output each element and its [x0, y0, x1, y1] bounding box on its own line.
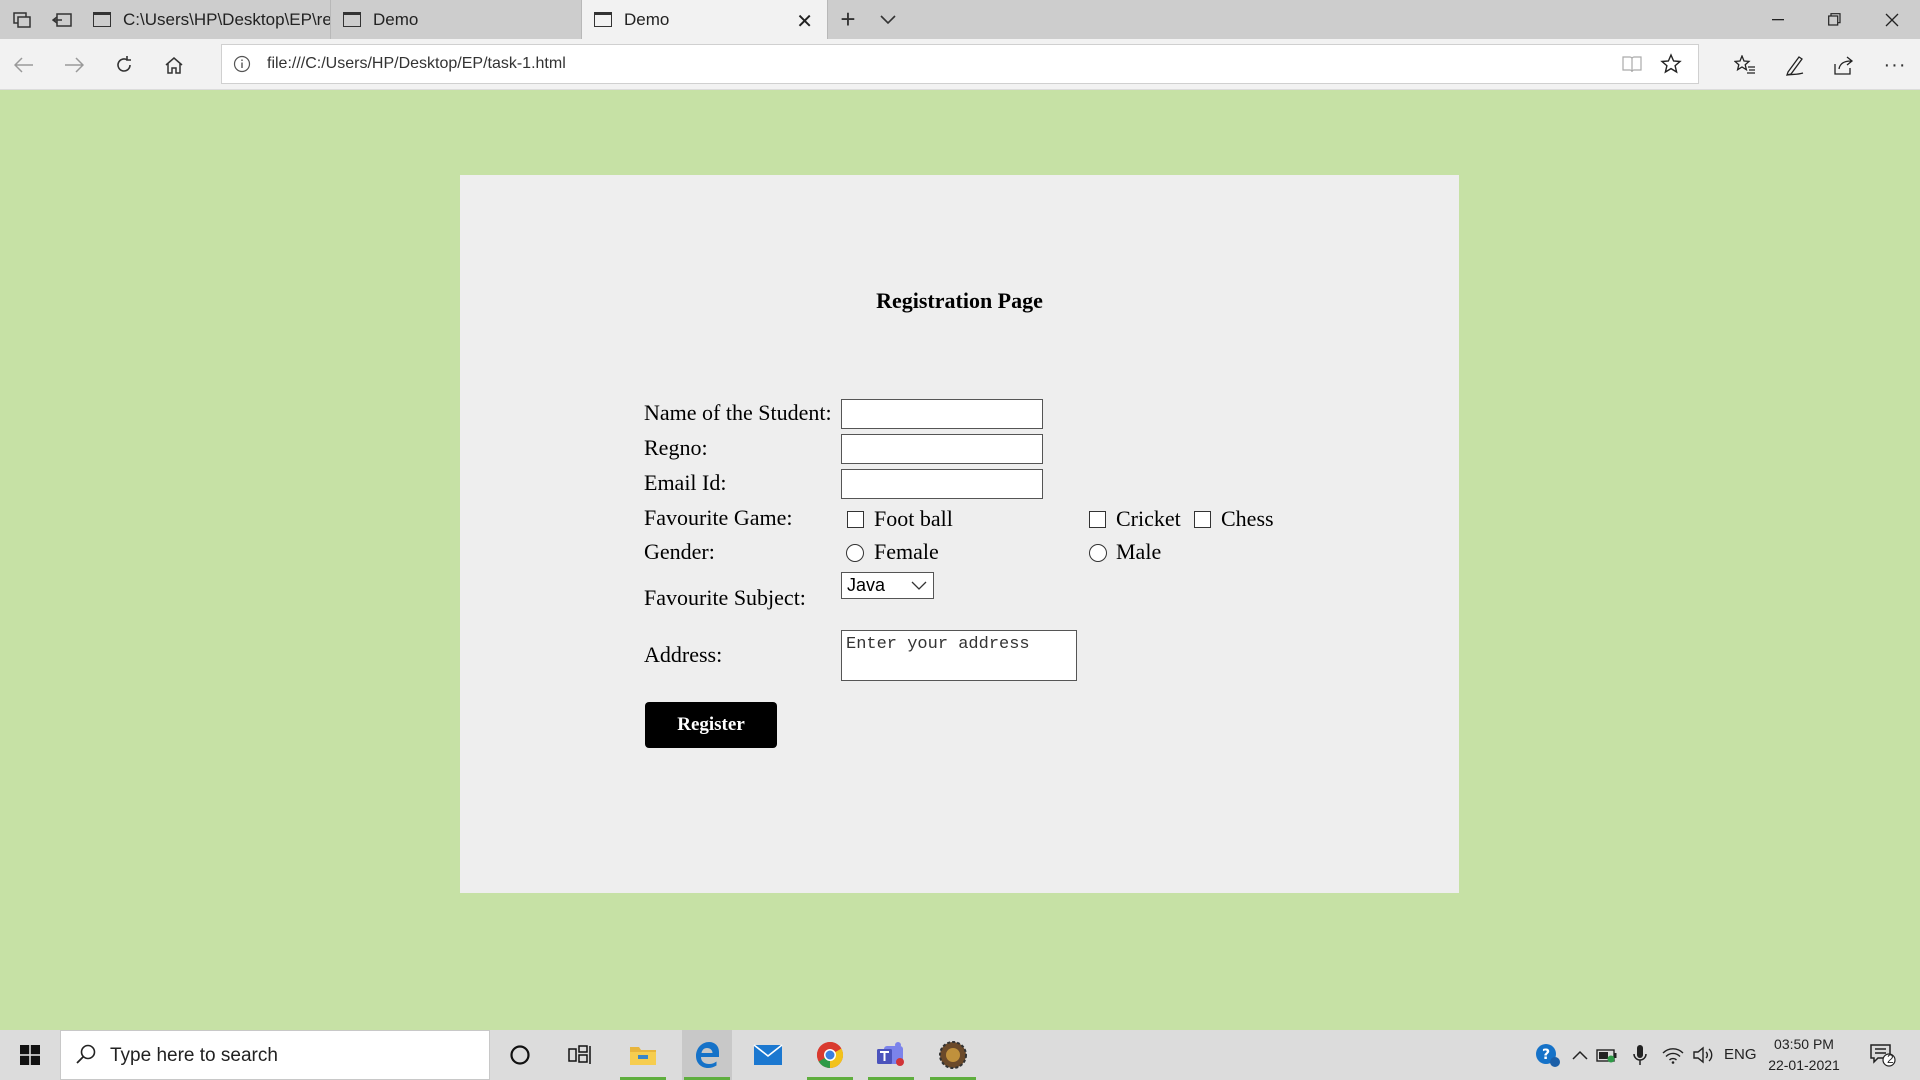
home-icon[interactable]: [160, 51, 188, 79]
email-input[interactable]: [841, 469, 1043, 499]
cricket-checkbox[interactable]: [1089, 511, 1106, 528]
microphone-icon[interactable]: [1622, 1030, 1658, 1080]
page-icon: [594, 12, 612, 27]
address-textarea[interactable]: Enter your address: [841, 630, 1077, 681]
app-badge-icon[interactable]: [928, 1030, 978, 1080]
male-radio[interactable]: [1089, 544, 1107, 562]
register-button-label: Register: [677, 714, 745, 735]
registration-card: Registration Page Name of the Student: R…: [460, 175, 1459, 893]
back-icon[interactable]: [10, 51, 38, 79]
restore-icon[interactable]: [1806, 0, 1863, 39]
address-label: Address:: [644, 642, 723, 667]
chrome-icon[interactable]: [805, 1030, 855, 1080]
tab-demo-1[interactable]: Demo: [331, 0, 582, 39]
tab-title: Demo: [373, 9, 419, 29]
address-bar[interactable]: file:///C:/Users/HP/Desktop/EP/task-1.ht…: [221, 44, 1699, 84]
windows-start-icon[interactable]: [0, 1030, 60, 1080]
set-aside-icon[interactable]: [43, 0, 81, 39]
volume-icon[interactable]: [1686, 1030, 1722, 1080]
svg-text:?: ?: [1542, 1047, 1550, 1063]
chevron-down-icon: [911, 581, 927, 590]
chess-checkbox[interactable]: [1194, 511, 1211, 528]
cricket-label: Cricket: [1116, 506, 1181, 531]
tab-title: C:\Users\HP\Desktop\EP\reg: [123, 9, 330, 29]
notification-center-icon[interactable]: 2: [1858, 1030, 1908, 1080]
mail-icon[interactable]: [743, 1030, 793, 1080]
clock[interactable]: 03:50 PM 22-01-2021: [1760, 1034, 1848, 1076]
site-info-icon[interactable]: [233, 55, 251, 73]
subject-select[interactable]: Java: [841, 572, 934, 599]
battery-icon[interactable]: [1588, 1030, 1626, 1080]
edge-browser-icon[interactable]: [682, 1030, 732, 1080]
refresh-icon[interactable]: [110, 51, 138, 79]
tab-bar: C:\Users\HP\Desktop\EP\reg Demo Demo ✕ +: [0, 0, 1920, 39]
close-tab-icon[interactable]: ✕: [796, 9, 813, 34]
male-label: Male: [1116, 539, 1162, 564]
taskbar-search-box[interactable]: Type here to search: [60, 1030, 490, 1080]
favorites-list-icon[interactable]: [1731, 51, 1759, 79]
address-placeholder: Enter your address: [846, 635, 1030, 654]
chevron-down-icon[interactable]: [868, 0, 908, 39]
chess-label: Chess: [1221, 506, 1274, 531]
forward-icon[interactable]: [60, 51, 88, 79]
language-indicator[interactable]: ENG: [1724, 1046, 1757, 1063]
reading-view-icon[interactable]: [1622, 55, 1642, 73]
task-view-icon[interactable]: [555, 1030, 605, 1080]
close-window-icon[interactable]: [1863, 0, 1920, 39]
regno-label: Regno:: [644, 435, 708, 460]
page-icon: [343, 12, 361, 27]
clock-time: 03:50 PM: [1774, 1036, 1834, 1052]
file-explorer-icon[interactable]: [618, 1030, 668, 1080]
window-controls: [1749, 0, 1920, 39]
clock-date: 22-01-2021: [1768, 1057, 1840, 1073]
page-viewport: Registration Page Name of the Student: R…: [0, 90, 1920, 1030]
tab-reg[interactable]: C:\Users\HP\Desktop\EP\reg: [81, 0, 331, 39]
favourite-subject-label: Favourite Subject:: [644, 585, 806, 610]
football-checkbox[interactable]: [847, 511, 864, 528]
name-label: Name of the Student:: [644, 400, 832, 425]
url-text: file:///C:/Users/HP/Desktop/EP/task-1.ht…: [267, 55, 566, 72]
notification-count: 2: [1887, 1052, 1894, 1066]
more-icon[interactable]: ···: [1881, 51, 1909, 79]
search-icon: [76, 1044, 96, 1064]
cortana-icon[interactable]: [495, 1030, 545, 1080]
page-icon: [93, 12, 111, 27]
taskbar: Type here to search ? ENG 03:50 PM 22-01…: [0, 1030, 1920, 1080]
share-icon[interactable]: [1830, 51, 1858, 79]
gender-label: Gender:: [644, 539, 715, 564]
register-button[interactable]: Register: [645, 702, 777, 748]
tab-title: Demo: [624, 9, 670, 29]
minimize-icon[interactable]: [1749, 0, 1806, 39]
subject-selected-value: Java: [847, 575, 886, 595]
search-placeholder: Type here to search: [110, 1045, 278, 1066]
navigation-bar: file:///C:/Users/HP/Desktop/EP/task-1.ht…: [0, 39, 1920, 90]
female-label: Female: [874, 539, 939, 564]
name-input[interactable]: [841, 399, 1043, 429]
favourite-game-label: Favourite Game:: [644, 505, 793, 530]
football-label: Foot ball: [874, 506, 953, 531]
new-tab-icon[interactable]: +: [828, 0, 868, 39]
tab-manager-icon[interactable]: [0, 0, 43, 39]
favorite-star-icon[interactable]: [1660, 53, 1682, 75]
regno-input[interactable]: [841, 434, 1043, 464]
female-radio[interactable]: [846, 544, 864, 562]
tab-demo-active[interactable]: Demo ✕: [582, 0, 828, 39]
teams-icon[interactable]: [866, 1030, 916, 1080]
page-title: Registration Page: [876, 288, 1043, 313]
email-label: Email Id:: [644, 470, 727, 495]
pen-icon[interactable]: [1781, 51, 1809, 79]
